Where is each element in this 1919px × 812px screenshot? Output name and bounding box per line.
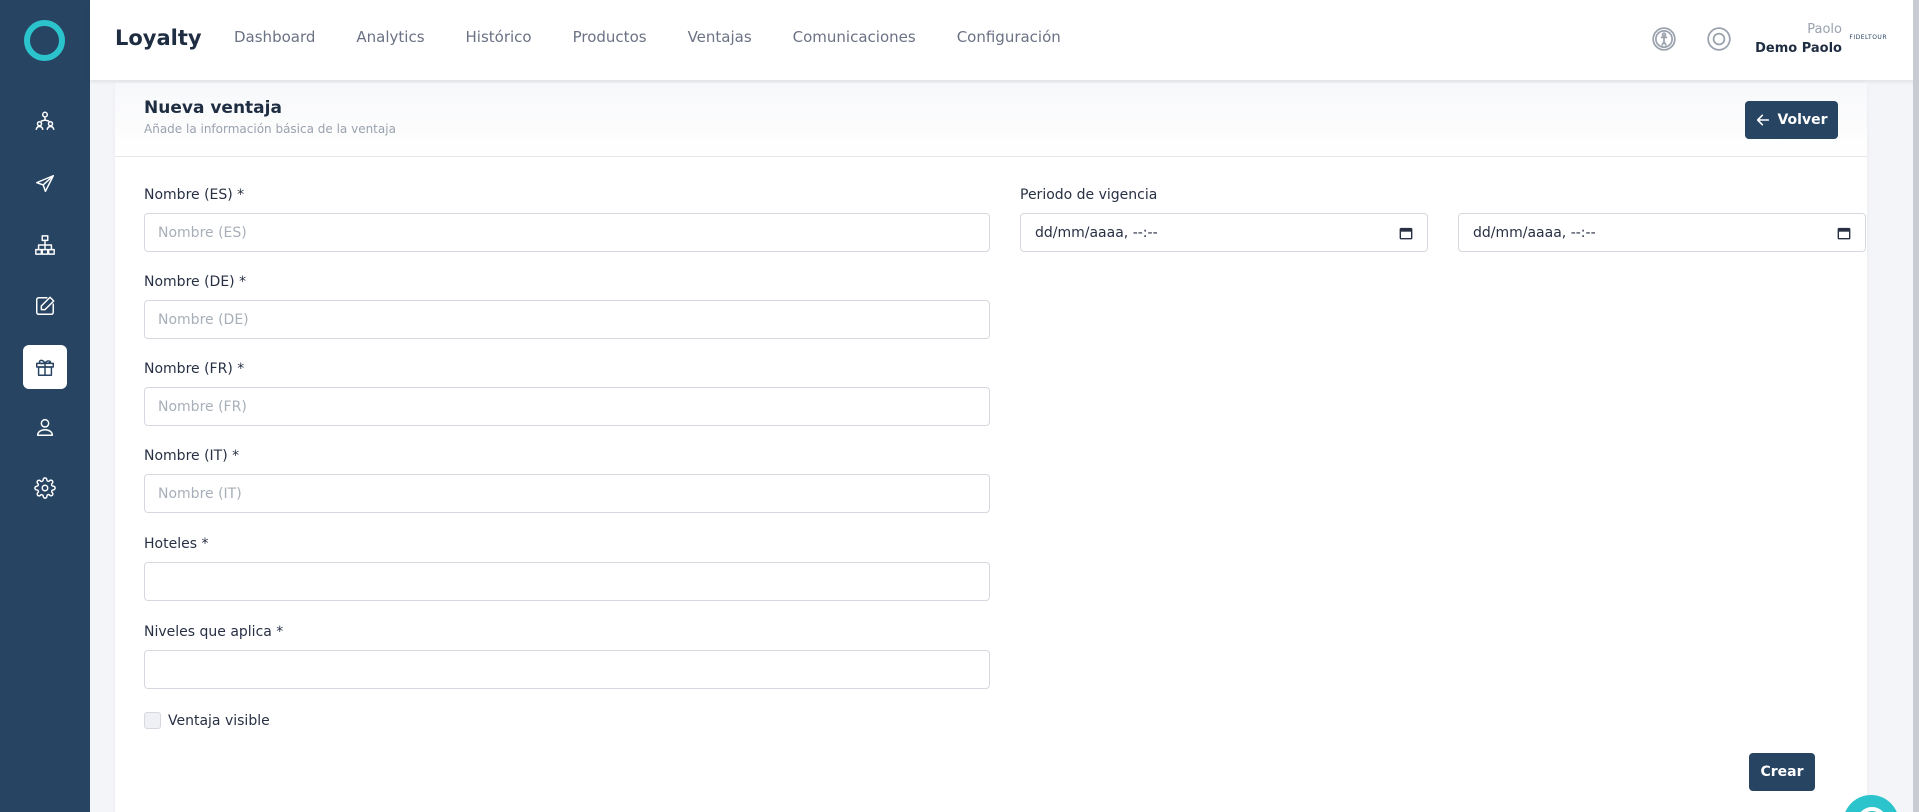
- user-company[interactable]: Demo Paolo: [1755, 41, 1842, 56]
- validity-end-input[interactable]: dd/mm/aaaa, --:--: [1458, 213, 1866, 252]
- page-title: Nueva ventaja: [144, 98, 282, 118]
- page-subtitle: Añade la información básica de la ventaj…: [144, 122, 396, 136]
- validity-start-input[interactable]: dd/mm/aaaa, --:--: [1020, 213, 1428, 252]
- gear-icon: [34, 477, 56, 499]
- name-es-input[interactable]: [144, 213, 990, 252]
- sitemap-icon: [35, 235, 55, 255]
- sidebar-item-users[interactable]: [23, 405, 67, 449]
- name-it-input[interactable]: [144, 474, 990, 513]
- sidebar-item-products[interactable]: [23, 284, 67, 328]
- create-button[interactable]: Crear: [1749, 753, 1815, 791]
- hotels-select[interactable]: [144, 562, 990, 601]
- levels-select[interactable]: [144, 650, 990, 689]
- visible-checkbox[interactable]: [144, 712, 161, 729]
- name-es-label: Nombre (ES) *: [144, 187, 245, 203]
- nav-productos[interactable]: Productos: [573, 28, 647, 46]
- calendar-icon[interactable]: [1837, 226, 1851, 240]
- name-fr-input[interactable]: [144, 387, 990, 426]
- main-nav: Dashboard Analytics Histórico Productos …: [234, 28, 1102, 46]
- accessibility-icon[interactable]: [1651, 26, 1677, 52]
- gift-icon: [36, 359, 54, 376]
- validity-start-value: dd/mm/aaaa, --:--: [1035, 224, 1158, 241]
- sidebar: [0, 0, 90, 812]
- benefit-form-card: Nueva ventaja Añade la información básic…: [115, 83, 1867, 812]
- nav-ventajas[interactable]: Ventajas: [688, 28, 752, 46]
- name-it-label: Nombre (IT) *: [144, 448, 240, 464]
- calendar-icon[interactable]: [1399, 226, 1413, 240]
- company-logo: FIDELTOUR: [1849, 34, 1887, 41]
- nav-comunicaciones[interactable]: Comunicaciones: [793, 28, 916, 46]
- back-button[interactable]: Volver: [1745, 101, 1838, 139]
- name-fr-label: Nombre (FR) *: [144, 361, 245, 377]
- back-button-label: Volver: [1777, 112, 1828, 128]
- name-de-input[interactable]: [144, 300, 990, 339]
- edit-icon: [36, 296, 55, 315]
- sidebar-item-communications[interactable]: [23, 162, 67, 206]
- sidebar-item-members[interactable]: [23, 99, 67, 143]
- send-icon: [36, 175, 54, 193]
- name-de-label: Nombre (DE) *: [144, 274, 247, 290]
- nav-analytics[interactable]: Analytics: [356, 28, 424, 46]
- users-hierarchy-icon: [35, 111, 55, 130]
- brand-title: Loyalty: [115, 26, 202, 50]
- nav-dashboard[interactable]: Dashboard: [234, 28, 315, 46]
- sidebar-item-settings[interactable]: [23, 466, 67, 510]
- validity-end-value: dd/mm/aaaa, --:--: [1473, 224, 1596, 241]
- visible-checkbox-label: Ventaja visible: [168, 713, 270, 729]
- user-icon: [36, 418, 54, 436]
- sidebar-item-structure[interactable]: [23, 223, 67, 267]
- card-header: Nueva ventaja Añade la información básic…: [115, 83, 1867, 157]
- levels-label: Niveles que aplica *: [144, 624, 284, 640]
- arrow-left-icon: [1757, 114, 1770, 126]
- user-name: Paolo: [1807, 22, 1842, 37]
- app-logo-icon[interactable]: [24, 20, 65, 61]
- nav-configuracion[interactable]: Configuración: [957, 28, 1061, 46]
- page-scrollbar[interactable]: [1913, 0, 1919, 812]
- validity-label: Periodo de vigencia: [1020, 187, 1158, 203]
- hotels-label: Hoteles *: [144, 536, 209, 552]
- nav-historico[interactable]: Histórico: [466, 28, 532, 46]
- sidebar-item-benefits[interactable]: [23, 345, 67, 389]
- top-navbar: Loyalty Dashboard Analytics Histórico Pr…: [90, 0, 1919, 80]
- support-icon[interactable]: [1706, 26, 1732, 52]
